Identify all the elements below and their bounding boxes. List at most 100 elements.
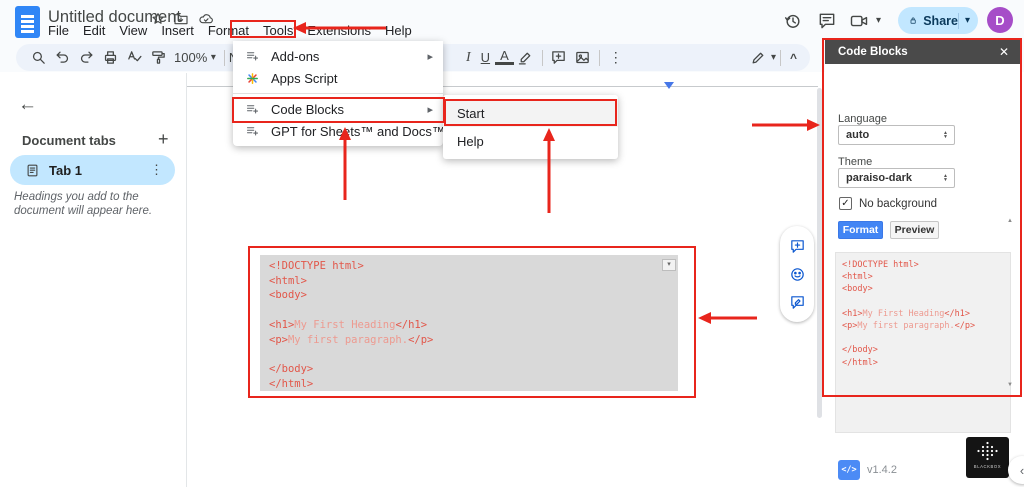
panel-title: Code Blocks [838, 46, 999, 58]
menu-item-apps-script[interactable]: Apps Script [233, 67, 443, 89]
version-history-icon[interactable] [783, 11, 803, 31]
menu-extensions[interactable]: Extensions [300, 22, 378, 39]
code-blocks-addon-icon [245, 102, 260, 117]
meet-video-icon[interactable] [849, 11, 869, 31]
preview-button[interactable]: Preview [890, 221, 939, 239]
gpt-addon-icon [245, 124, 260, 139]
menu-bar: File Edit View Insert Format Tools Exten… [41, 22, 419, 39]
text-color-button[interactable]: A [495, 50, 514, 65]
menu-view[interactable]: View [112, 22, 154, 39]
code-block-caret-icon[interactable]: ▾ [662, 259, 676, 271]
menu-divider [233, 93, 443, 94]
highlight-color-icon[interactable] [514, 46, 538, 70]
menu-insert[interactable]: Insert [154, 22, 201, 39]
format-button[interactable]: Format [838, 221, 883, 239]
submenu-item-help[interactable]: Help [443, 127, 618, 155]
insert-image-icon[interactable] [571, 46, 595, 70]
underline-button[interactable]: U [476, 50, 495, 65]
hide-menus-icon[interactable]: ^ [785, 51, 802, 65]
theme-label: Theme [838, 156, 872, 168]
document-tabs-title: Document tabs [22, 133, 116, 148]
more-options-icon[interactable]: ⋮ [604, 49, 628, 66]
search-icon[interactable] [26, 46, 50, 70]
apps-script-icon [245, 71, 260, 86]
language-select[interactable]: auto ▲▼ [838, 125, 955, 145]
toolbar-divider [224, 50, 225, 66]
version-text: v1.4.2 [867, 464, 897, 476]
menu-file[interactable]: File [41, 22, 76, 39]
add-comment-float-icon[interactable] [789, 238, 806, 255]
toolbar-divider [542, 50, 543, 66]
checkbox-checked-icon[interactable]: ✓ [839, 197, 852, 210]
meet-caret-icon[interactable]: ▾ [871, 15, 886, 26]
print-icon[interactable] [98, 46, 122, 70]
chevron-left-icon: ‹ [1020, 463, 1024, 478]
arrow-to-doc-code [698, 312, 757, 324]
document-scrollbar[interactable] [817, 88, 822, 418]
back-arrow-icon[interactable]: ← [18, 94, 37, 116]
google-docs-window: Untitled document File Edit View Insert … [0, 0, 1024, 487]
no-background-label: No background [859, 198, 937, 210]
tab-options-icon[interactable]: ⋮ [150, 162, 163, 178]
headings-hint-text: Headings you add to the document will ap… [14, 190, 174, 218]
panel-code-textarea[interactable]: <!DOCTYPE html><html><body> <h1>My First… [835, 252, 1011, 433]
indent-marker-icon[interactable] [664, 82, 674, 89]
editing-mode-icon[interactable] [747, 46, 771, 70]
toolbar-divider [599, 50, 600, 66]
italic-button[interactable]: I [461, 50, 476, 66]
toolbar-divider [780, 50, 781, 66]
share-button-label: Share [923, 14, 958, 28]
scroll-down-icon[interactable]: ▼ [1007, 382, 1013, 388]
redo-icon[interactable] [74, 46, 98, 70]
code-blocks-panel: Code Blocks ✕ Language auto ▲▼ Theme par… [825, 40, 1020, 395]
add-comment-icon[interactable] [547, 46, 571, 70]
spellcheck-icon[interactable] [122, 46, 146, 70]
close-icon[interactable]: ✕ [999, 45, 1009, 59]
menu-item-code-blocks[interactable]: Code Blocks ▸ [233, 98, 443, 120]
add-ons-icon [245, 49, 260, 64]
submenu-arrow-icon: ▸ [427, 103, 433, 116]
comments-icon[interactable] [817, 11, 837, 31]
menu-help[interactable]: Help [378, 22, 419, 39]
code-blocks-submenu: Start Help [443, 95, 618, 159]
theme-select[interactable]: paraiso-dark ▲▼ [838, 168, 955, 188]
scroll-up-icon[interactable]: ▲ [1007, 218, 1013, 224]
menu-edit[interactable]: Edit [76, 22, 112, 39]
sidebar-item-tab1[interactable]: Tab 1 ⋮ [10, 155, 175, 185]
code-version-icon: </> [838, 460, 860, 480]
share-caret-icon[interactable]: ▾ [958, 13, 970, 29]
margin-actions-pill [780, 226, 814, 322]
blackbox-logo: BLACKBOX [966, 437, 1009, 478]
tab-document-icon [25, 163, 40, 178]
collapse-panel-button[interactable]: ‹ [1008, 456, 1024, 484]
zoom-value: 100% [174, 50, 207, 65]
menu-item-add-ons[interactable]: Add-ons ▸ [233, 45, 443, 67]
suggest-edits-icon[interactable] [789, 294, 806, 311]
tab-label: Tab 1 [49, 163, 150, 178]
select-spinner-icon: ▲▼ [943, 131, 948, 140]
menu-format[interactable]: Format [201, 22, 256, 39]
zoom-caret-icon: ▾ [211, 52, 216, 63]
menu-tools[interactable]: Tools [256, 22, 300, 39]
no-background-option[interactable]: ✓ No background [839, 197, 937, 210]
menu-item-gpt-for-sheets[interactable]: GPT for Sheets™ and Docs™ ▸ [233, 120, 443, 142]
add-tab-button[interactable]: + [158, 129, 169, 150]
document-code-block[interactable]: <!DOCTYPE html><html><body> <h1>My First… [260, 255, 678, 391]
zoom-control[interactable]: 100% ▾ [170, 50, 220, 65]
submenu-item-start[interactable]: Start [443, 99, 618, 127]
submenu-arrow-icon: ▸ [427, 50, 433, 63]
emoji-reaction-icon[interactable] [789, 266, 806, 283]
arrow-to-panel [752, 119, 820, 131]
select-spinner-icon: ▲▼ [943, 174, 948, 183]
svg-text:BLACKBOX: BLACKBOX [974, 464, 1001, 469]
undo-icon[interactable] [50, 46, 74, 70]
paint-format-icon[interactable] [146, 46, 170, 70]
editing-mode-caret-icon[interactable]: ▾ [771, 52, 776, 63]
language-label: Language [838, 113, 887, 125]
google-docs-logo-icon[interactable] [15, 6, 40, 38]
share-button[interactable]: Share ▾ [898, 7, 978, 34]
extensions-dropdown-menu: Add-ons ▸ Apps Script Code Blocks ▸ GPT … [233, 41, 443, 146]
sidebar-divider [186, 73, 187, 487]
account-avatar[interactable]: D [987, 7, 1013, 33]
lock-icon [908, 13, 918, 28]
